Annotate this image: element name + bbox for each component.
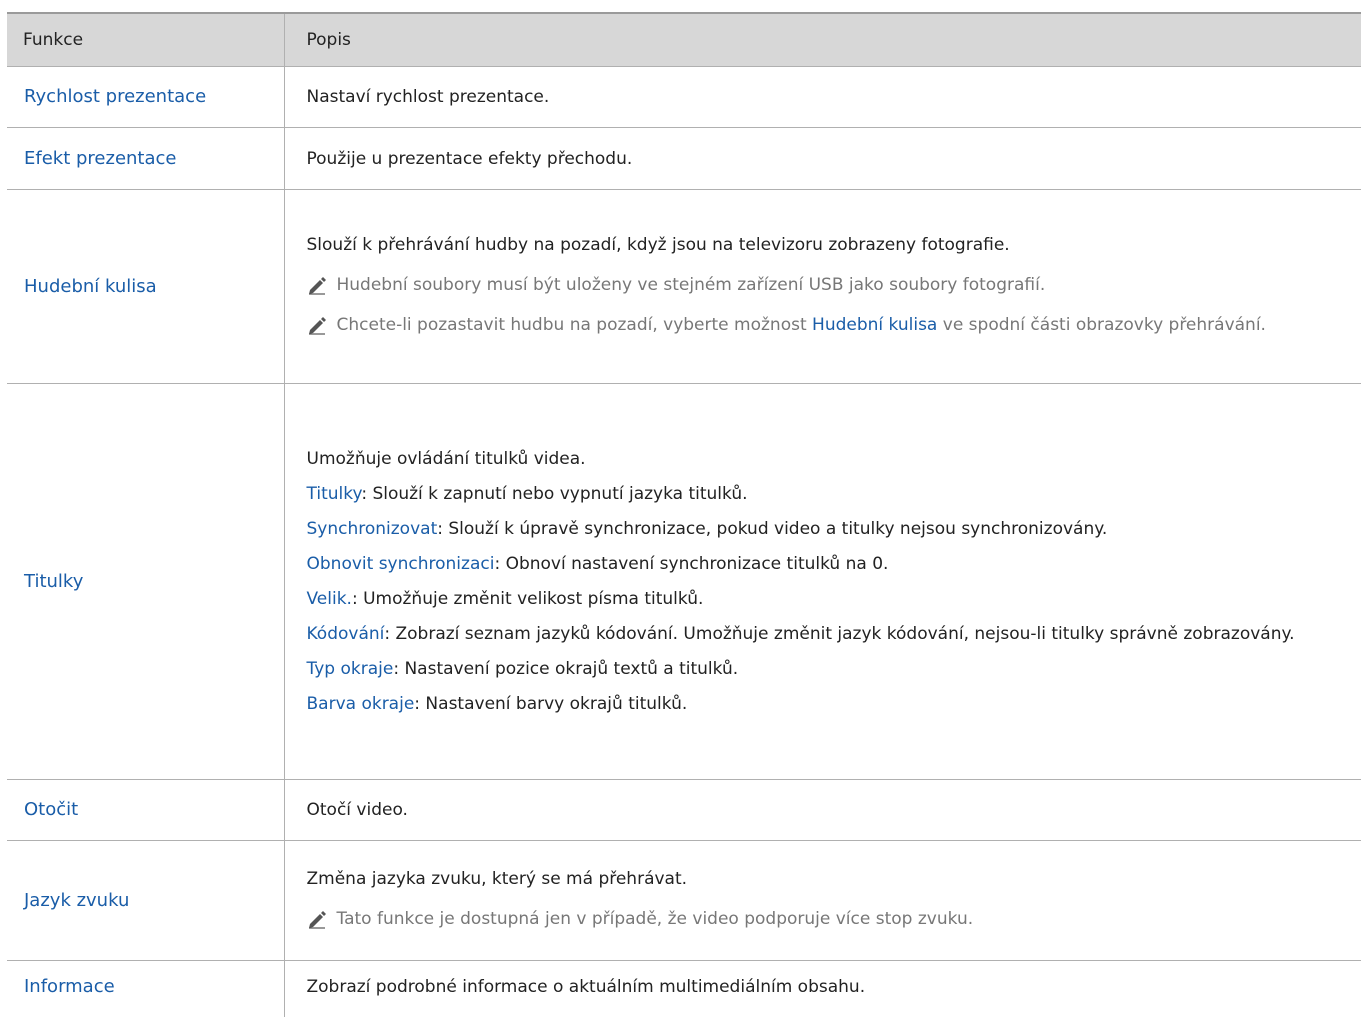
description: Umožňuje ovládání titulků videa. Titulky…: [283, 383, 1361, 780]
note-text: Hudební soubory musí být uloženy ve stej…: [336, 274, 1046, 295]
header-popis: Popis: [283, 12, 1361, 67]
option-text: : Slouží k zapnutí nebo vypnutí jazyka t…: [361, 484, 748, 504]
option-line: Titulky: Slouží k zapnutí nebo vypnutí j…: [307, 482, 1342, 506]
note-text: ve spodní části obrazovky přehrávání.: [937, 314, 1266, 335]
option-text: : Nastavení barvy okrajů titulků.: [414, 694, 688, 714]
header-funkce: Funkce: [7, 12, 284, 67]
table-row: Otočit Otočí video.: [7, 779, 1361, 841]
functions-table: Funkce Popis Rychlost prezentace Nastaví…: [7, 12, 1361, 1017]
function-informace[interactable]: Informace: [7, 960, 284, 1017]
pencil-icon: [308, 316, 326, 335]
description-text: Slouží k přehrávání hudby na pozadí, kdy…: [306, 234, 1010, 255]
function-jazyk-zvuku[interactable]: Jazyk zvuku: [7, 840, 284, 961]
note-text: Chcete-li pozastavit hudbu na pozadí, vy…: [336, 314, 813, 335]
option-text: : Zobrazí seznam jazyků kódování. Umožňu…: [384, 624, 1295, 644]
option-barva-okraje[interactable]: Barva okraje: [307, 694, 415, 714]
table-header: Funkce Popis: [7, 12, 1361, 67]
table-row: Efekt prezentace Použije u prezentace ef…: [7, 127, 1361, 190]
option-obnovit-synchronizaci[interactable]: Obnovit synchronizaci: [307, 554, 495, 574]
function-titulky[interactable]: Titulky: [7, 383, 284, 780]
function-efekt-prezentace[interactable]: Efekt prezentace: [7, 127, 284, 190]
option-text: : Obnoví nastavení synchronizace titulků…: [494, 554, 889, 574]
function-rychlost-prezentace[interactable]: Rychlost prezentace: [7, 66, 284, 128]
option-velik[interactable]: Velik.: [307, 589, 352, 609]
description: Nastaví rychlost prezentace.: [283, 66, 1361, 128]
description: Slouží k přehrávání hudby na pozadí, kdy…: [283, 189, 1361, 384]
table-row: Informace Zobrazí podrobné informace o a…: [7, 960, 1361, 1017]
note: Chcete-li pozastavit hudbu na pozadí, vy…: [307, 309, 1342, 341]
option-typ-okraje[interactable]: Typ okraje: [307, 659, 394, 679]
table-row: Rychlost prezentace Nastaví rychlost pre…: [7, 66, 1361, 128]
page: Funkce Popis Rychlost prezentace Nastaví…: [0, 0, 1368, 1017]
note-text: Tato funkce je dostupná jen v případě, ž…: [336, 908, 974, 929]
option-kodovani[interactable]: Kódování: [307, 624, 385, 644]
option-line: Kódování: Zobrazí seznam jazyků kódování…: [307, 622, 1342, 646]
option-line: Typ okraje: Nastavení pozice okrajů text…: [307, 657, 1342, 681]
table-row: Jazyk zvuku Změna jazyka zvuku, který se…: [7, 840, 1361, 961]
option-line: Barva okraje: Nastavení barvy okrajů tit…: [307, 692, 1342, 716]
table-row: Titulky Umožňuje ovládání titulků videa.…: [7, 383, 1361, 780]
function-hudebni-kulisa[interactable]: Hudební kulisa: [7, 189, 284, 384]
option-text: : Nastavení pozice okrajů textů a titulk…: [393, 659, 739, 679]
option-line: Synchronizovat: Slouží k úpravě synchron…: [307, 517, 1342, 541]
option-synchronizovat[interactable]: Synchronizovat: [307, 519, 438, 539]
description: Změna jazyka zvuku, který se má přehráva…: [283, 840, 1361, 961]
description-text: Umožňuje ovládání titulků videa.: [306, 449, 586, 469]
note: Tato funkce je dostupná jen v případě, ž…: [307, 903, 1342, 935]
description: Použije u prezentace efekty přechodu.: [283, 127, 1361, 190]
option-text: : Umožňuje změnit velikost písma titulků…: [351, 589, 704, 609]
option-text: : Slouží k úpravě synchronizace, pokud v…: [437, 519, 1108, 539]
description-text: Změna jazyka zvuku, který se má přehráva…: [306, 868, 688, 889]
description: Zobrazí podrobné informace o aktuálním m…: [283, 960, 1361, 1017]
option-titulky[interactable]: Titulky: [307, 484, 362, 504]
pencil-icon: [308, 276, 326, 295]
description: Otočí video.: [283, 779, 1361, 841]
pencil-icon: [308, 910, 326, 929]
table-row: Hudební kulisa Slouží k přehrávání hudby…: [7, 189, 1361, 384]
link-hudebni-kulisa[interactable]: Hudební kulisa: [812, 315, 937, 335]
note: Hudební soubory musí být uloženy ve stej…: [307, 269, 1342, 301]
option-line: Obnovit synchronizaci: Obnoví nastavení …: [307, 552, 1342, 576]
option-line: Velik.: Umožňuje změnit velikost písma t…: [307, 587, 1342, 611]
function-otocit[interactable]: Otočit: [7, 779, 284, 841]
